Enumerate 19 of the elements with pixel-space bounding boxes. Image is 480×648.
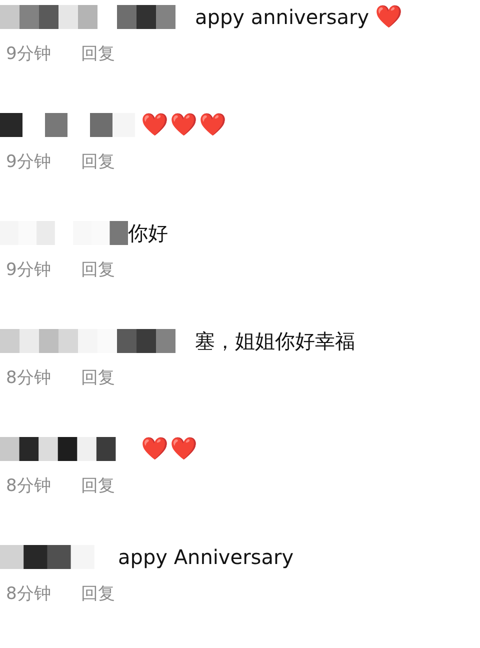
heart-emoji: ❤❤❤ — [141, 112, 228, 138]
heart-emoji: ❤ — [375, 4, 404, 30]
comment-text: appy anniversary — [195, 5, 370, 29]
reply-link[interactable]: 回复 — [80, 474, 115, 497]
comment-time: 8分钟 — [6, 583, 51, 605]
reply-link[interactable]: 回复 — [80, 258, 115, 281]
heart-emoji: ❤❤ — [141, 436, 199, 462]
reply-link[interactable]: 回复 — [80, 366, 115, 389]
comment-time: 8分钟 — [6, 475, 51, 497]
reply-link[interactable]: 回复 — [80, 582, 115, 605]
comment-time: 9分钟 — [6, 151, 51, 173]
reply-link[interactable]: 回复 — [80, 150, 115, 173]
comment-time: 9分钟 — [6, 259, 51, 281]
comment-time: 9分钟 — [6, 43, 51, 65]
comment-text: 你好 — [128, 220, 168, 246]
reply-link[interactable]: 回复 — [80, 42, 115, 65]
comment-time: 8分钟 — [6, 367, 51, 389]
comment-text: 塞，姐姐你好幸福 — [195, 328, 355, 354]
comment-text: appy Anniversary — [118, 545, 294, 569]
